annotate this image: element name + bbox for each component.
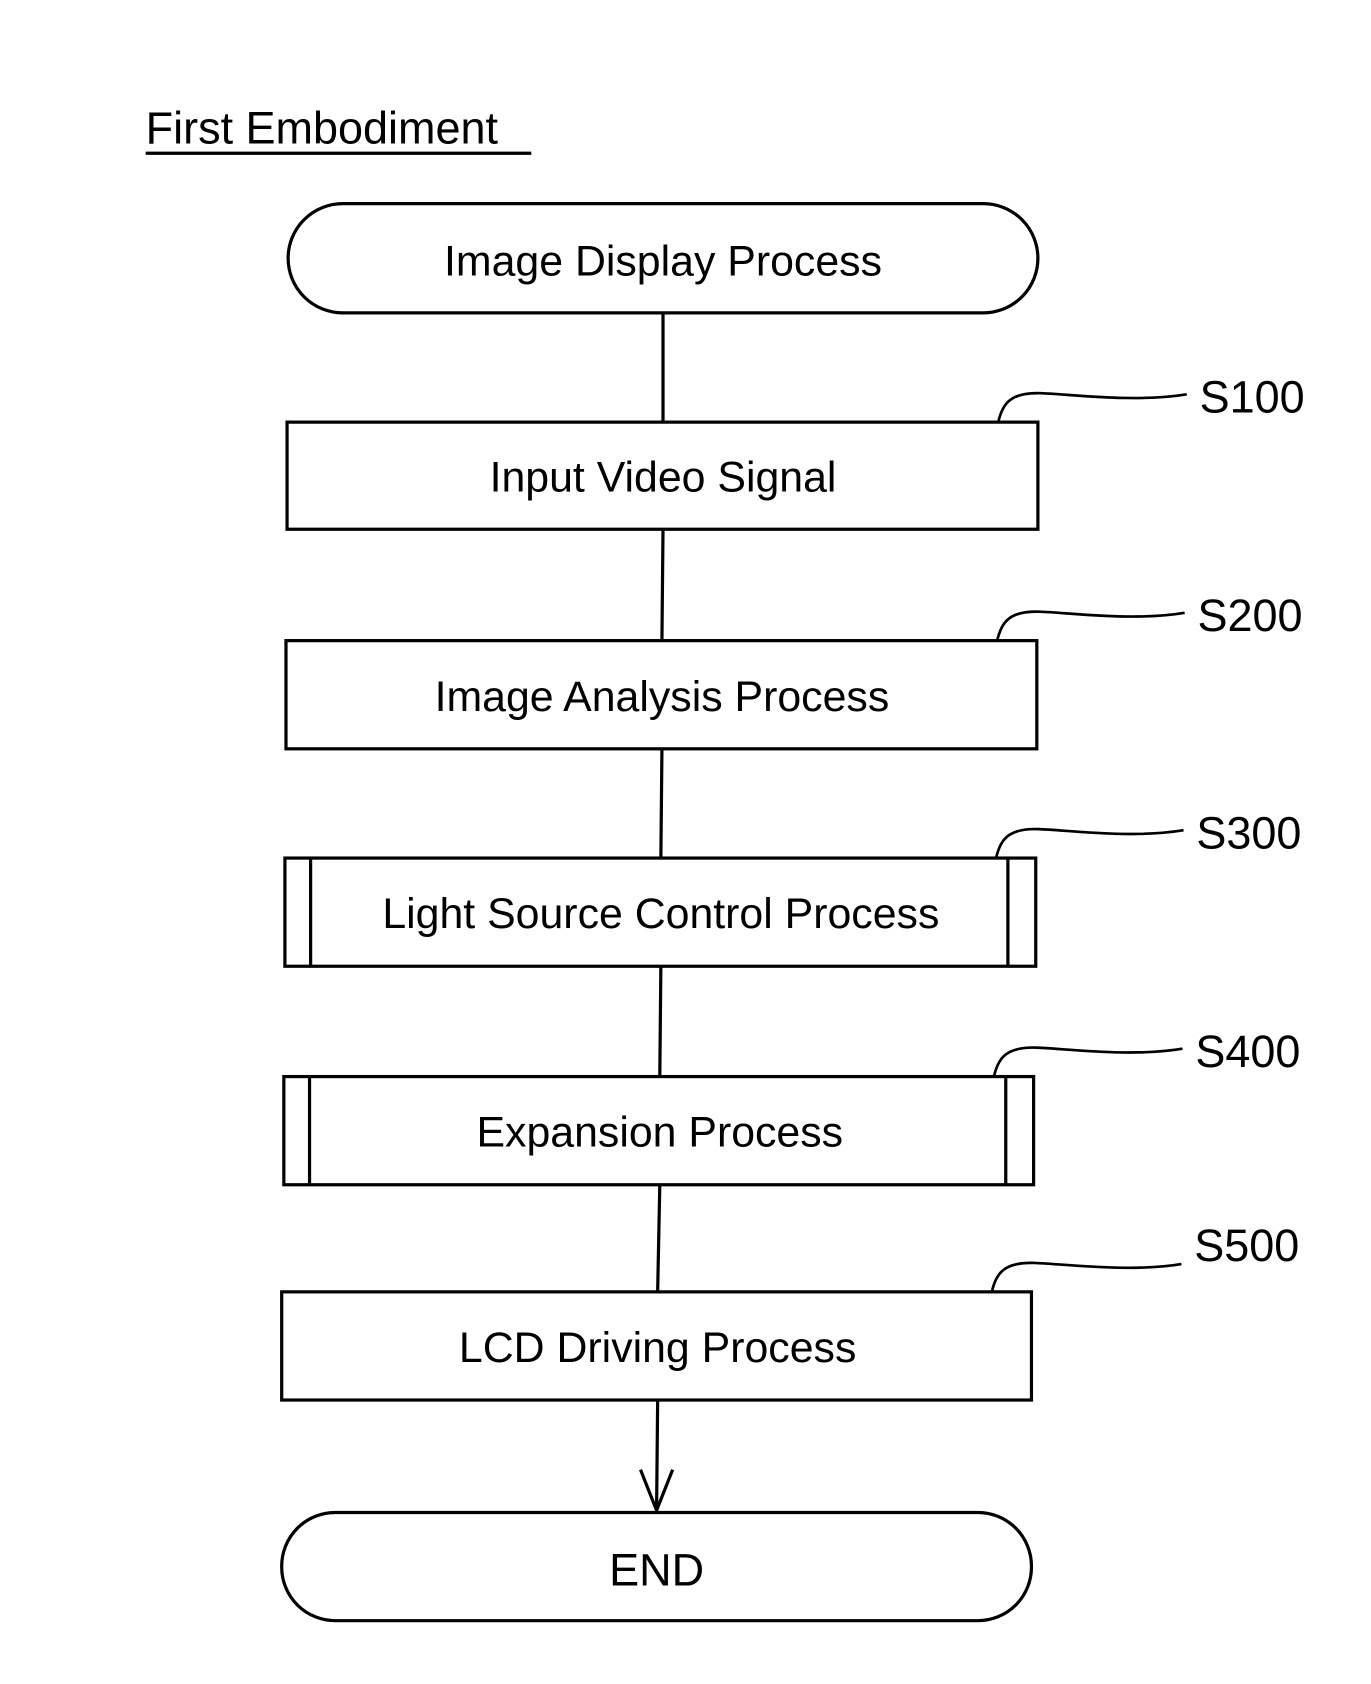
step-label: Input Video Signal [490,454,837,502]
connector-line [656,1184,662,1292]
flowchart: First Embodiment Image Display Process I… [146,103,1305,1623]
step-label: Expansion Process [476,1109,843,1157]
step-id-label: S100 [1200,371,1305,422]
step-id-label: S500 [1194,1220,1299,1271]
connector-line [658,966,663,1077]
connector-line-to-end [654,1400,660,1511]
connector-line [659,748,664,859]
step-leader-line [990,1261,1182,1293]
step-id-label: S300 [1196,807,1301,858]
step-label: LCD Driving Process [459,1324,856,1372]
step-id-label: S200 [1197,590,1302,641]
step-label: Image Analysis Process [435,673,890,721]
diagram-title: First Embodiment [146,103,499,154]
step-label: Light Source Control Process [382,890,939,938]
step-leader-line [995,610,1185,641]
start-label: Image Display Process [444,237,882,285]
step-leader-line [992,1046,1183,1077]
connector-line [660,529,665,641]
step-id-label: S400 [1195,1026,1300,1077]
step-leader-line [996,391,1187,423]
end-label: END [609,1544,704,1595]
step-leader-line [994,827,1184,859]
